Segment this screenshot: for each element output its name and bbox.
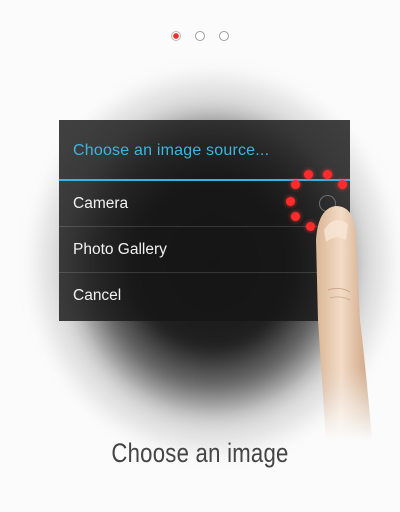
page-dot[interactable] [219, 31, 229, 41]
step-caption: Choose an image [111, 438, 289, 468]
touch-dot [286, 197, 295, 206]
option-label: Photo Gallery [73, 241, 167, 258]
touch-dot [291, 180, 300, 189]
touch-dot [338, 180, 347, 189]
page-dot[interactable] [195, 31, 205, 41]
option-label: Cancel [73, 287, 122, 304]
touch-dot [304, 170, 313, 179]
page-indicator [0, 31, 400, 41]
option-label: Camera [73, 195, 129, 212]
tap-finger-icon [316, 206, 372, 440]
onboarding-screen: Choose an image source... Camera Photo G… [0, 0, 400, 512]
touch-dot [291, 212, 300, 221]
dialog-title: Choose an image source... [73, 142, 270, 159]
touch-dot [323, 170, 332, 179]
page-dot-active[interactable] [171, 31, 181, 41]
